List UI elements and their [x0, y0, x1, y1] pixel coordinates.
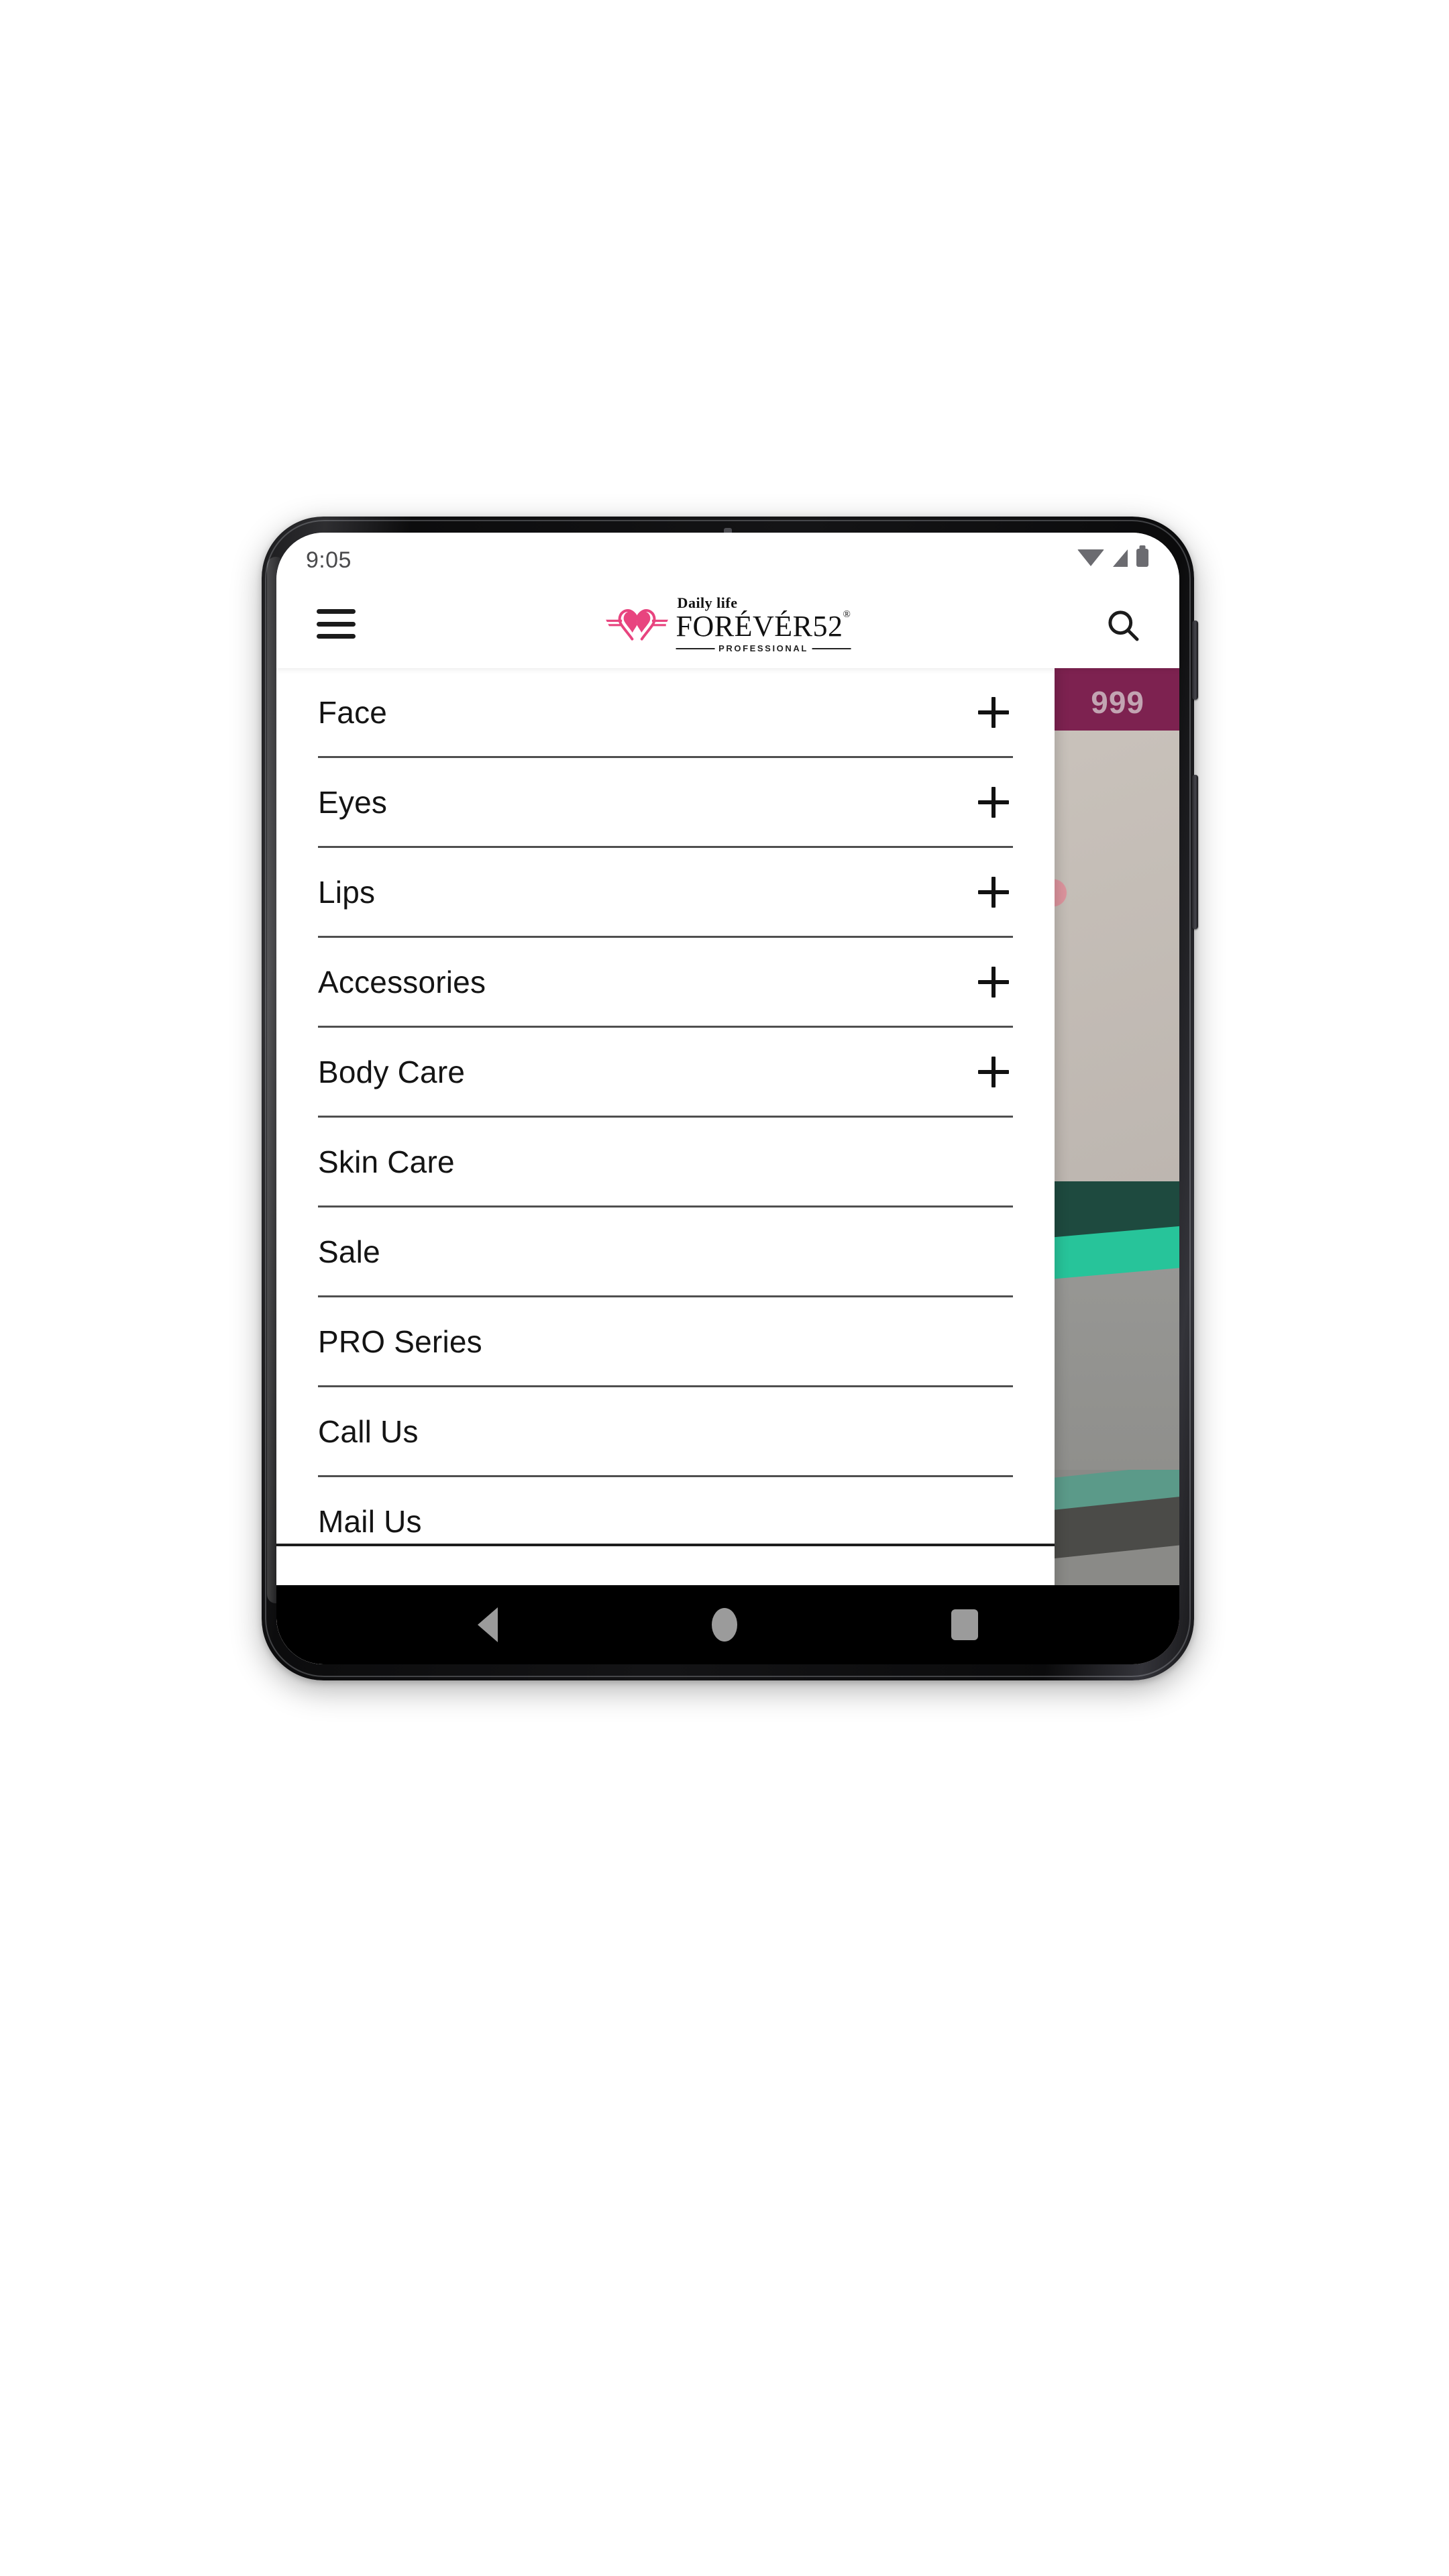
cellular-signal-icon	[1113, 549, 1128, 567]
drawer-item-body-care[interactable]: Body Care	[318, 1028, 1013, 1118]
status-time: 9:05	[306, 547, 352, 573]
brand-subtitle: PROFESSIONAL	[718, 643, 808, 653]
expand-plus-icon[interactable]	[978, 697, 1009, 728]
drawer-item-call-us[interactable]: Call Us	[318, 1387, 1013, 1477]
expand-plus-icon[interactable]	[978, 967, 1009, 998]
drawer-item-lips[interactable]: Lips	[318, 848, 1013, 938]
drawer-item-label: Body Care	[318, 1054, 466, 1089]
rule-right	[812, 647, 851, 649]
expand-plus-icon[interactable]	[978, 787, 1009, 818]
phone-device-frame: 999 Face Eyes Lips Accessories Body Care…	[262, 517, 1198, 1680]
hamburger-bar	[317, 634, 356, 639]
screenshot-canvas: 999 Face Eyes Lips Accessories Body Care…	[0, 0, 1449, 2576]
drawer-item-label: Sale	[318, 1234, 380, 1269]
hamburger-bar	[317, 609, 356, 614]
winged-heart-logo-icon	[606, 608, 668, 641]
brand-wordmark: Daily life FORÉVÉR52® PROFESSIONAL	[676, 596, 851, 653]
app-bar: Daily life FORÉVÉR52® PROFESSIONAL	[276, 581, 1179, 668]
volume-button[interactable]	[1192, 775, 1198, 929]
drawer-item-label: Skin Care	[318, 1144, 455, 1179]
drawer-item-label: Mail Us	[318, 1503, 422, 1539]
drawer-item-eyes[interactable]: Eyes	[318, 758, 1013, 848]
magnifier-glyph	[1108, 610, 1139, 641]
drawer-item-label: Lips	[318, 874, 376, 910]
brand-name: FORÉVÉR52	[676, 610, 843, 643]
home-circle-icon[interactable]	[711, 1608, 737, 1642]
hamburger-bar	[317, 621, 356, 627]
brand-tagline: Daily life	[677, 594, 738, 611]
drawer-item-sale[interactable]: Sale	[318, 1208, 1013, 1297]
expand-plus-icon[interactable]	[978, 1057, 1009, 1087]
brand-subtitle-row: PROFESSIONAL	[676, 644, 851, 653]
recents-square-icon[interactable]	[951, 1609, 979, 1640]
brand-logo[interactable]: Daily life FORÉVÉR52® PROFESSIONAL	[605, 596, 851, 653]
battery-icon	[1136, 549, 1148, 567]
power-button[interactable]	[1192, 621, 1198, 700]
drawer-item-label: Face	[318, 694, 388, 730]
registered-mark: ®	[843, 609, 851, 621]
drawer-menu-list: Face Eyes Lips Accessories Body Care Ski…	[276, 668, 1055, 1544]
search-icon[interactable]	[1104, 606, 1142, 644]
rule-left	[676, 647, 715, 649]
drawer-item-face[interactable]: Face	[318, 668, 1013, 758]
expand-plus-icon[interactable]	[978, 877, 1009, 908]
brand-name-row: FORÉVÉR52®	[676, 609, 851, 643]
drawer-item-mail-us[interactable]: Mail Us	[318, 1477, 1013, 1544]
drawer-item-accessories[interactable]: Accessories	[318, 938, 1013, 1028]
promo-banner-price: 999	[1091, 685, 1144, 720]
drawer-item-pro-series[interactable]: PRO Series	[318, 1297, 1013, 1387]
drawer-item-label: Call Us	[318, 1413, 419, 1449]
hamburger-menu-icon[interactable]	[317, 609, 356, 639]
back-triangle-icon[interactable]	[477, 1607, 498, 1642]
navigation-drawer: Face Eyes Lips Accessories Body Care Ski…	[276, 668, 1055, 1664]
status-bar: 9:05	[276, 533, 1179, 581]
status-icons	[1077, 549, 1148, 567]
android-navigation-bar	[276, 1585, 1179, 1664]
drawer-item-label: Accessories	[318, 964, 486, 1000]
drawer-item-label: PRO Series	[318, 1324, 482, 1359]
wifi-icon	[1077, 549, 1104, 566]
drawer-item-label: Eyes	[318, 784, 388, 820]
drawer-item-skin-care[interactable]: Skin Care	[318, 1118, 1013, 1208]
phone-screen: 999 Face Eyes Lips Accessories Body Care…	[276, 533, 1179, 1664]
